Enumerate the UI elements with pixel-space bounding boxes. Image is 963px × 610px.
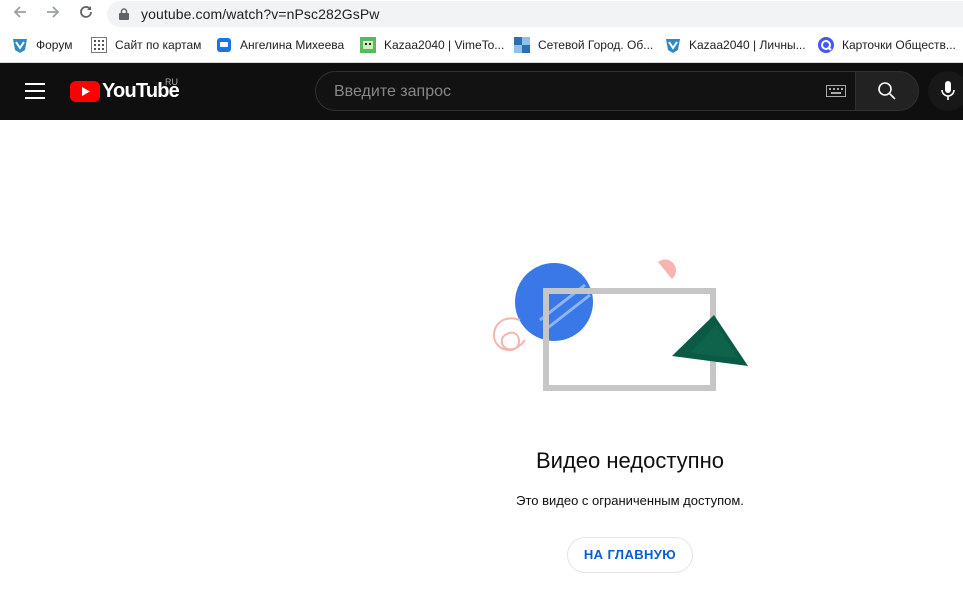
page-title: Видео недоступно	[536, 448, 724, 473]
search-button[interactable]	[855, 71, 919, 111]
unavailable-illustration	[493, 259, 748, 391]
search-input[interactable]	[332, 72, 816, 112]
browser-toolbar: youtube.com/watch?v=nPsc282GsPw	[0, 0, 963, 28]
bookmarks-bar: Форум Сайт по картам Ангелина Михеева Ka…	[0, 28, 963, 63]
back-button[interactable]	[10, 4, 30, 24]
country-code: RU	[165, 77, 178, 87]
youtube-play-icon	[70, 81, 100, 102]
chat-icon	[217, 38, 231, 52]
bookmark-label: Kazaa2040 | Личны...	[689, 38, 806, 52]
youtube-header: YouTube RU	[0, 63, 963, 120]
url-text: youtube.com/watch?v=nPsc282GsPw	[141, 6, 380, 22]
search-icon	[878, 82, 896, 100]
quizlet-icon	[818, 37, 834, 53]
vime-icon	[360, 37, 376, 53]
microphone-icon	[941, 81, 955, 100]
bookmark-label: Kazaa2040 | VimeTo...	[384, 38, 505, 52]
forward-button[interactable]	[43, 4, 63, 24]
grid-icon	[91, 37, 107, 53]
bookmark-label: Сетевой Город. Об...	[538, 38, 654, 52]
back-arrow-icon	[13, 6, 26, 18]
lock-icon	[119, 8, 129, 20]
home-button[interactable]: НА ГЛАВНУЮ	[567, 537, 693, 573]
vk-shield-icon	[13, 39, 27, 53]
address-bar[interactable]: youtube.com/watch?v=nPsc282GsPw	[107, 1, 963, 27]
page-subtitle: Это видео с ограниченным доступом.	[516, 493, 744, 508]
forward-arrow-icon	[47, 6, 60, 18]
network-city-icon	[514, 37, 530, 53]
bookmark-label: Сайт по картам	[115, 38, 202, 52]
menu-icon[interactable]	[25, 83, 45, 99]
reload-button[interactable]	[76, 4, 96, 24]
bookmark-label: Форум	[36, 38, 73, 52]
bookmark-label: Ангелина Михеева	[240, 38, 345, 52]
voice-search-button[interactable]	[928, 71, 963, 111]
vk-shield-icon	[666, 39, 680, 53]
search-box	[315, 71, 855, 112]
reload-icon	[80, 6, 92, 18]
keyboard-icon[interactable]	[826, 85, 846, 97]
bookmark-label: Карточки Обществ...	[842, 38, 956, 52]
